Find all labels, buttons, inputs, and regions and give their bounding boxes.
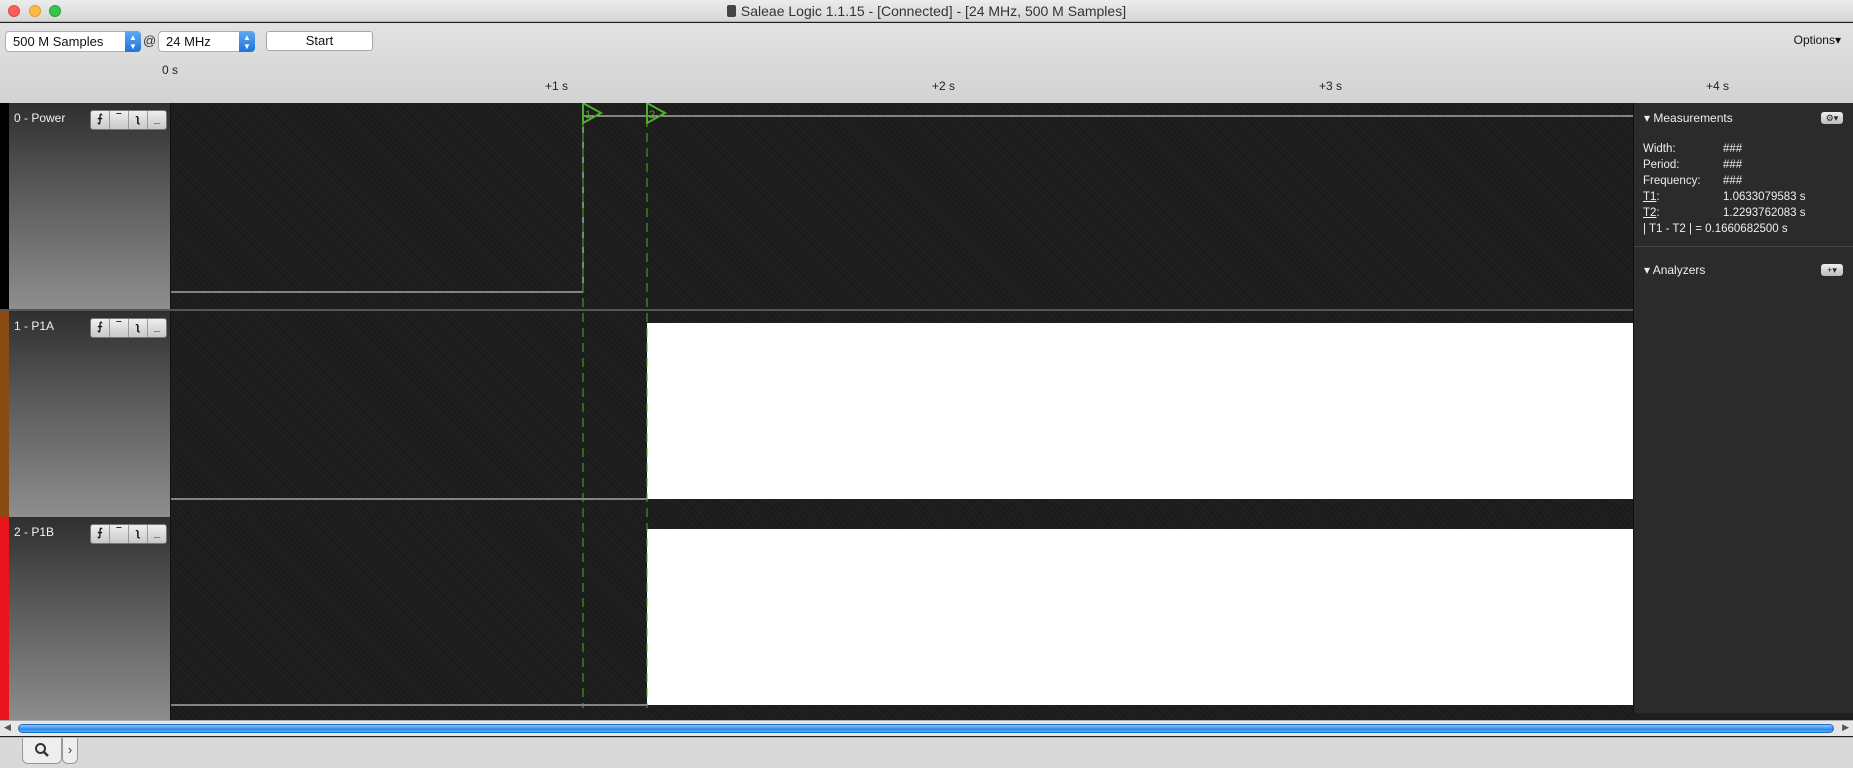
period-label: Period: bbox=[1643, 159, 1680, 171]
trigger-buttons: ⨍ ‾ ʅ _ bbox=[90, 110, 167, 130]
t2-label[interactable]: T2 bbox=[1643, 207, 1656, 219]
period-value: ### bbox=[1723, 159, 1743, 171]
channel-2-signal bbox=[171, 529, 1633, 706]
channel-1-waveform[interactable] bbox=[171, 311, 1633, 517]
ruler-tick: +2 s bbox=[932, 79, 956, 93]
trigger-buttons: ⨍ ‾ ʅ _ bbox=[90, 524, 167, 544]
window-close-button[interactable] bbox=[8, 5, 20, 17]
measurements-title: Measurements bbox=[1653, 111, 1733, 125]
t2-value: 1.2293762083 s bbox=[1723, 207, 1806, 219]
high-level-trigger-button[interactable]: ‾ bbox=[110, 319, 129, 337]
rising-edge-trigger-button[interactable]: ⨍ bbox=[91, 525, 110, 543]
toolbar: 500 M Samples ▲ ▼ @ 24 MHz ▲ ▼ Start Optio… bbox=[0, 23, 1853, 103]
ruler-tick: +4 s bbox=[1706, 79, 1730, 93]
width-label: Width: bbox=[1643, 143, 1676, 155]
channel-1-row: 1 - P1A ⨍ ‾ ʅ _ bbox=[0, 311, 1633, 517]
rising-edge-trigger-button[interactable]: ⨍ bbox=[91, 111, 110, 129]
panel-divider bbox=[1634, 246, 1853, 247]
window-minimize-button[interactable] bbox=[29, 5, 41, 17]
high-level-trigger-button[interactable]: ‾ bbox=[110, 111, 129, 129]
low-level-trigger-button[interactable]: _ bbox=[148, 525, 166, 543]
app-icon bbox=[726, 5, 736, 17]
analyzers-header[interactable]: ▾ Analyzers bbox=[1644, 263, 1705, 277]
rising-edge-trigger-button[interactable]: ⨍ bbox=[91, 319, 110, 337]
measurement-frequency: Frequency: ### bbox=[1643, 175, 1843, 187]
channel-0-signal bbox=[171, 115, 1633, 293]
ruler-tick: +1 s bbox=[545, 79, 569, 93]
bottom-bar: › bbox=[0, 737, 1853, 768]
channel-1-label-panel[interactable]: 1 - P1A ⨍ ‾ ʅ _ bbox=[0, 311, 171, 517]
high-level-trigger-button[interactable]: ‾ bbox=[110, 525, 129, 543]
frequency-value: ### bbox=[1723, 175, 1743, 187]
channel-1-name: 1 - P1A bbox=[14, 319, 55, 333]
trigger-buttons: ⨍ ‾ ʅ _ bbox=[90, 318, 167, 338]
plus-icon[interactable]: +▾ bbox=[1821, 264, 1843, 276]
channel-2-waveform[interactable] bbox=[171, 517, 1633, 723]
t1-value: 1.0633079583 s bbox=[1723, 191, 1806, 203]
frequency-label: Frequency: bbox=[1643, 175, 1701, 187]
diff-value: 0.1660682500 s bbox=[1705, 223, 1788, 235]
channel-2-name: 2 - P1B bbox=[14, 525, 55, 539]
falling-edge-trigger-button[interactable]: ʅ bbox=[129, 111, 148, 129]
channel-2-label-panel[interactable]: 2 - P1B ⨍ ‾ ʅ _ bbox=[0, 517, 171, 723]
channel-0-name: 0 - Power bbox=[14, 111, 66, 125]
falling-edge-trigger-button[interactable]: ʅ bbox=[129, 525, 148, 543]
ruler-origin: 0 s bbox=[162, 63, 179, 77]
channel-2-color bbox=[0, 517, 9, 723]
diff-label: | T1 - T2 | = bbox=[1643, 223, 1702, 235]
analyzers-title: Analyzers bbox=[1652, 263, 1706, 277]
gear-icon[interactable]: ⚙▾ bbox=[1821, 112, 1843, 124]
search-icon bbox=[35, 743, 49, 757]
channel-1-signal bbox=[171, 323, 1633, 500]
horizontal-scrollbar[interactable]: ◀ ▶ bbox=[0, 720, 1853, 736]
measurement-t1: T1: 1.0633079583 s bbox=[1643, 191, 1806, 203]
channel-0-color bbox=[0, 103, 9, 309]
falling-edge-trigger-button[interactable]: ʅ bbox=[129, 319, 148, 337]
disclosure-triangle-icon: ▾ bbox=[1644, 111, 1651, 125]
low-level-trigger-button[interactable]: _ bbox=[148, 111, 166, 129]
channel-1-color bbox=[0, 311, 9, 517]
t1-label[interactable]: T1 bbox=[1643, 191, 1656, 203]
search-tab[interactable] bbox=[22, 738, 62, 764]
title-bar: Saleae Logic 1.1.15 - [Connected] - [24 … bbox=[0, 0, 1853, 22]
scroll-left-icon[interactable]: ◀ bbox=[4, 722, 11, 733]
window-title: Saleae Logic 1.1.15 - [Connected] - [24 … bbox=[740, 3, 1127, 19]
measurement-width: Width: ### bbox=[1643, 143, 1843, 155]
disclosure-triangle-icon: ▾ bbox=[1644, 263, 1651, 277]
measurements-header[interactable]: ▾ Measurements bbox=[1644, 111, 1733, 125]
time-ruler[interactable]: 0 s +1 s +2 s +3 s +4 s bbox=[0, 23, 1853, 93]
channel-0-waveform[interactable] bbox=[171, 103, 1633, 309]
channel-2-row: 2 - P1B ⨍ ‾ ʅ _ bbox=[0, 517, 1633, 723]
window-zoom-button[interactable] bbox=[49, 5, 61, 17]
measurement-period: Period: ### bbox=[1643, 159, 1843, 171]
channel-0-label-panel[interactable]: 0 - Power ⨍ ‾ ʅ _ bbox=[0, 103, 171, 309]
scrollbar-thumb[interactable] bbox=[18, 724, 1834, 733]
channel-0-row: 0 - Power ⨍ ‾ ʅ _ bbox=[0, 103, 1633, 309]
chevron-right-icon[interactable]: › bbox=[62, 738, 78, 764]
scroll-right-icon[interactable]: ▶ bbox=[1842, 722, 1849, 733]
low-level-trigger-button[interactable]: _ bbox=[148, 319, 166, 337]
width-value: ### bbox=[1723, 143, 1743, 155]
side-panel: ▾ Measurements ⚙▾ Width: ### Period: ### F… bbox=[1633, 103, 1853, 713]
ruler-tick: +3 s bbox=[1319, 79, 1343, 93]
measurement-t2: T2: 1.2293762083 s bbox=[1643, 207, 1806, 219]
measurement-t1-t2-diff: | T1 - T2 | = 0.1660682500 s bbox=[1643, 223, 1843, 235]
